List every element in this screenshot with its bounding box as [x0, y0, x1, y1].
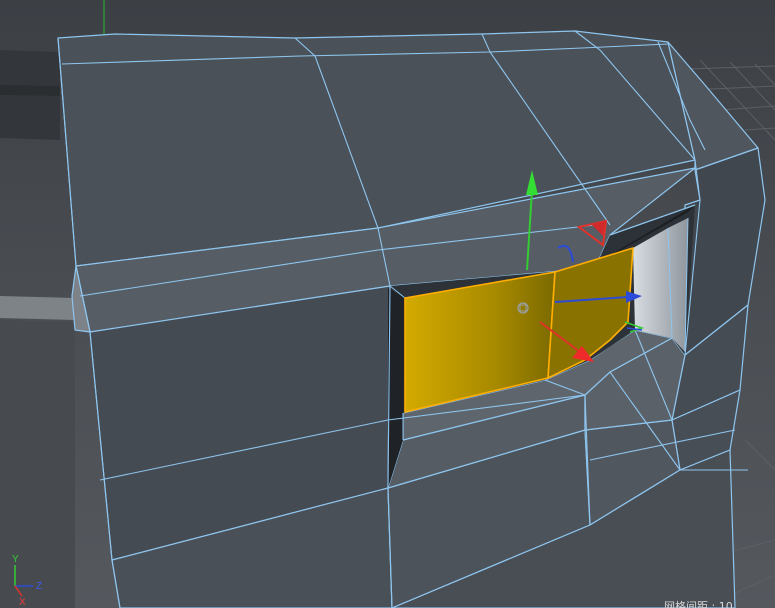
- 3d-viewport[interactable]: Y Z X 网格间距 : 10 ...: [0, 0, 775, 608]
- axis-label-z: Z: [36, 581, 42, 592]
- axis-label-x: X: [19, 597, 26, 608]
- axis-label-y: Y: [12, 554, 19, 565]
- grid-spacing-readout: 网格间距 : 10 ...: [664, 600, 747, 608]
- viewport-canvas[interactable]: Y Z X: [0, 0, 775, 608]
